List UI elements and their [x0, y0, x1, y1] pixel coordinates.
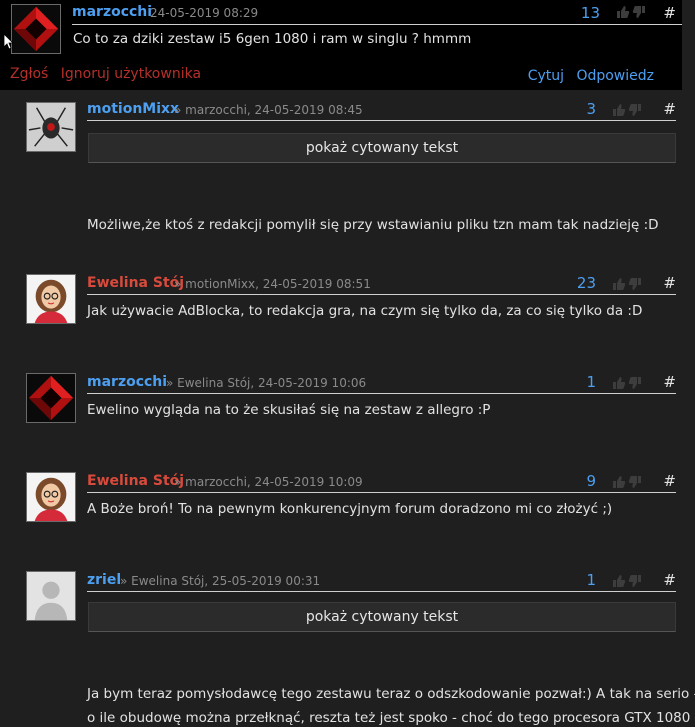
- score: 1: [586, 373, 596, 391]
- permalink[interactable]: #: [663, 4, 676, 22]
- post-header: marzocchi 24-05-2019 08:29 13 #: [72, 2, 682, 25]
- score: 1: [586, 571, 596, 589]
- thumbs-down-icon[interactable]: [628, 103, 642, 117]
- author-link[interactable]: zriel: [87, 571, 121, 589]
- thumbs-down-icon[interactable]: [628, 277, 642, 291]
- permalink[interactable]: #: [663, 571, 676, 589]
- post-actions-left: Zgłoś Ignoruj użytkownika: [10, 66, 209, 82]
- thumbs-down-icon[interactable]: [628, 574, 642, 588]
- post-meta: » marzocchi, 24-05-2019 10:09: [174, 475, 363, 489]
- thumbs-up-icon[interactable]: [612, 475, 626, 489]
- cartoon-woman-avatar-icon: [27, 275, 75, 323]
- show-quote-button[interactable]: pokaż cytowany tekst: [88, 602, 676, 632]
- post-header: marzocchi » Ewelina Stój, 24-05-2019 10:…: [87, 373, 676, 394]
- author-link[interactable]: marzocchi: [87, 373, 167, 391]
- score: 13: [580, 4, 600, 22]
- vote-buttons: [612, 276, 652, 292]
- post-header: zriel » Ewelina Stój, 25-05-2019 00:31 1…: [87, 571, 676, 592]
- post-body-line: o ile obudowę można przełknąć, reszta te…: [87, 710, 691, 726]
- mouse-cursor-icon: [4, 34, 14, 50]
- post-body: Ja bym teraz pomysłodawcę tego zestawu t…: [87, 686, 695, 702]
- top-post: marzocchi 24-05-2019 08:29 13 # Co to za…: [0, 0, 682, 90]
- post-header: Ewelina Stój » motionMixx, 24-05-2019 08…: [87, 274, 676, 295]
- permalink[interactable]: #: [663, 274, 676, 292]
- vote-buttons: [616, 4, 656, 20]
- author-link[interactable]: Ewelina Stój: [87, 472, 184, 490]
- thumbs-up-icon[interactable]: [616, 5, 630, 19]
- author-link[interactable]: marzocchi: [72, 3, 152, 21]
- avatar[interactable]: [26, 472, 76, 522]
- thumbs-down-icon[interactable]: [628, 376, 642, 390]
- thumbs-down-icon[interactable]: [632, 5, 646, 19]
- post-body: Co to za dziki zestaw i5 6gen 1080 i ram…: [73, 31, 472, 47]
- ignore-user-link[interactable]: Ignoruj użytkownika: [61, 66, 201, 82]
- thumbs-down-icon[interactable]: [628, 475, 642, 489]
- permalink[interactable]: #: [663, 373, 676, 391]
- report-link[interactable]: Zgłoś: [10, 66, 48, 82]
- post-header: motionMixx » marzocchi, 24-05-2019 08:45…: [87, 100, 676, 121]
- post-meta: » Ewelina Stój, 25-05-2019 00:31: [120, 574, 321, 588]
- vote-buttons: [612, 375, 652, 391]
- post-body: A Boże broń! To na pewnym konkurencyjnym…: [87, 501, 613, 517]
- post-meta: » Ewelina Stój, 24-05-2019 10:06: [166, 376, 367, 390]
- default-user-avatar-icon: [27, 572, 75, 620]
- post-actions-right: Cytuj Odpowiedz: [520, 68, 654, 84]
- red-diamond-avatar-icon: [27, 374, 75, 422]
- post-body: Ewelino wygląda na to że skusiłaś się na…: [87, 402, 491, 418]
- thumbs-up-icon[interactable]: [612, 277, 626, 291]
- avatar[interactable]: [26, 373, 76, 423]
- permalink[interactable]: #: [663, 472, 676, 490]
- cartoon-woman-avatar-icon: [27, 473, 75, 521]
- quote-link[interactable]: Cytuj: [528, 68, 564, 84]
- score: 9: [586, 472, 596, 490]
- post-meta: » motionMixx, 24-05-2019 08:51: [174, 277, 371, 291]
- score: 3: [586, 100, 596, 118]
- vote-buttons: [612, 102, 652, 118]
- reply-link[interactable]: Odpowiedz: [576, 68, 654, 84]
- vote-buttons: [612, 474, 652, 490]
- post-body: Możliwe,że ktoś z redakcji pomylił się p…: [87, 217, 659, 233]
- show-quote-button[interactable]: pokaż cytowany tekst: [88, 133, 676, 163]
- permalink[interactable]: #: [663, 100, 676, 118]
- red-diamond-avatar-icon: [12, 5, 60, 53]
- avatar[interactable]: [26, 102, 76, 152]
- spider-avatar-icon: [27, 103, 75, 151]
- thumbs-up-icon[interactable]: [612, 574, 626, 588]
- author-link[interactable]: Ewelina Stój: [87, 274, 184, 292]
- post-body: Jak używacie AdBlocka, to redakcja gra, …: [87, 303, 643, 319]
- post-header: Ewelina Stój » marzocchi, 24-05-2019 10:…: [87, 472, 676, 493]
- vote-buttons: [612, 573, 652, 589]
- avatar[interactable]: [26, 571, 76, 621]
- post-meta: » marzocchi, 24-05-2019 08:45: [174, 103, 363, 117]
- avatar[interactable]: [26, 274, 76, 324]
- avatar[interactable]: [11, 4, 61, 54]
- score: 23: [576, 274, 596, 292]
- thumbs-up-icon[interactable]: [612, 376, 626, 390]
- thumbs-up-icon[interactable]: [612, 103, 626, 117]
- post-date: 24-05-2019 08:29: [150, 6, 259, 20]
- author-link[interactable]: motionMixx: [87, 100, 179, 118]
